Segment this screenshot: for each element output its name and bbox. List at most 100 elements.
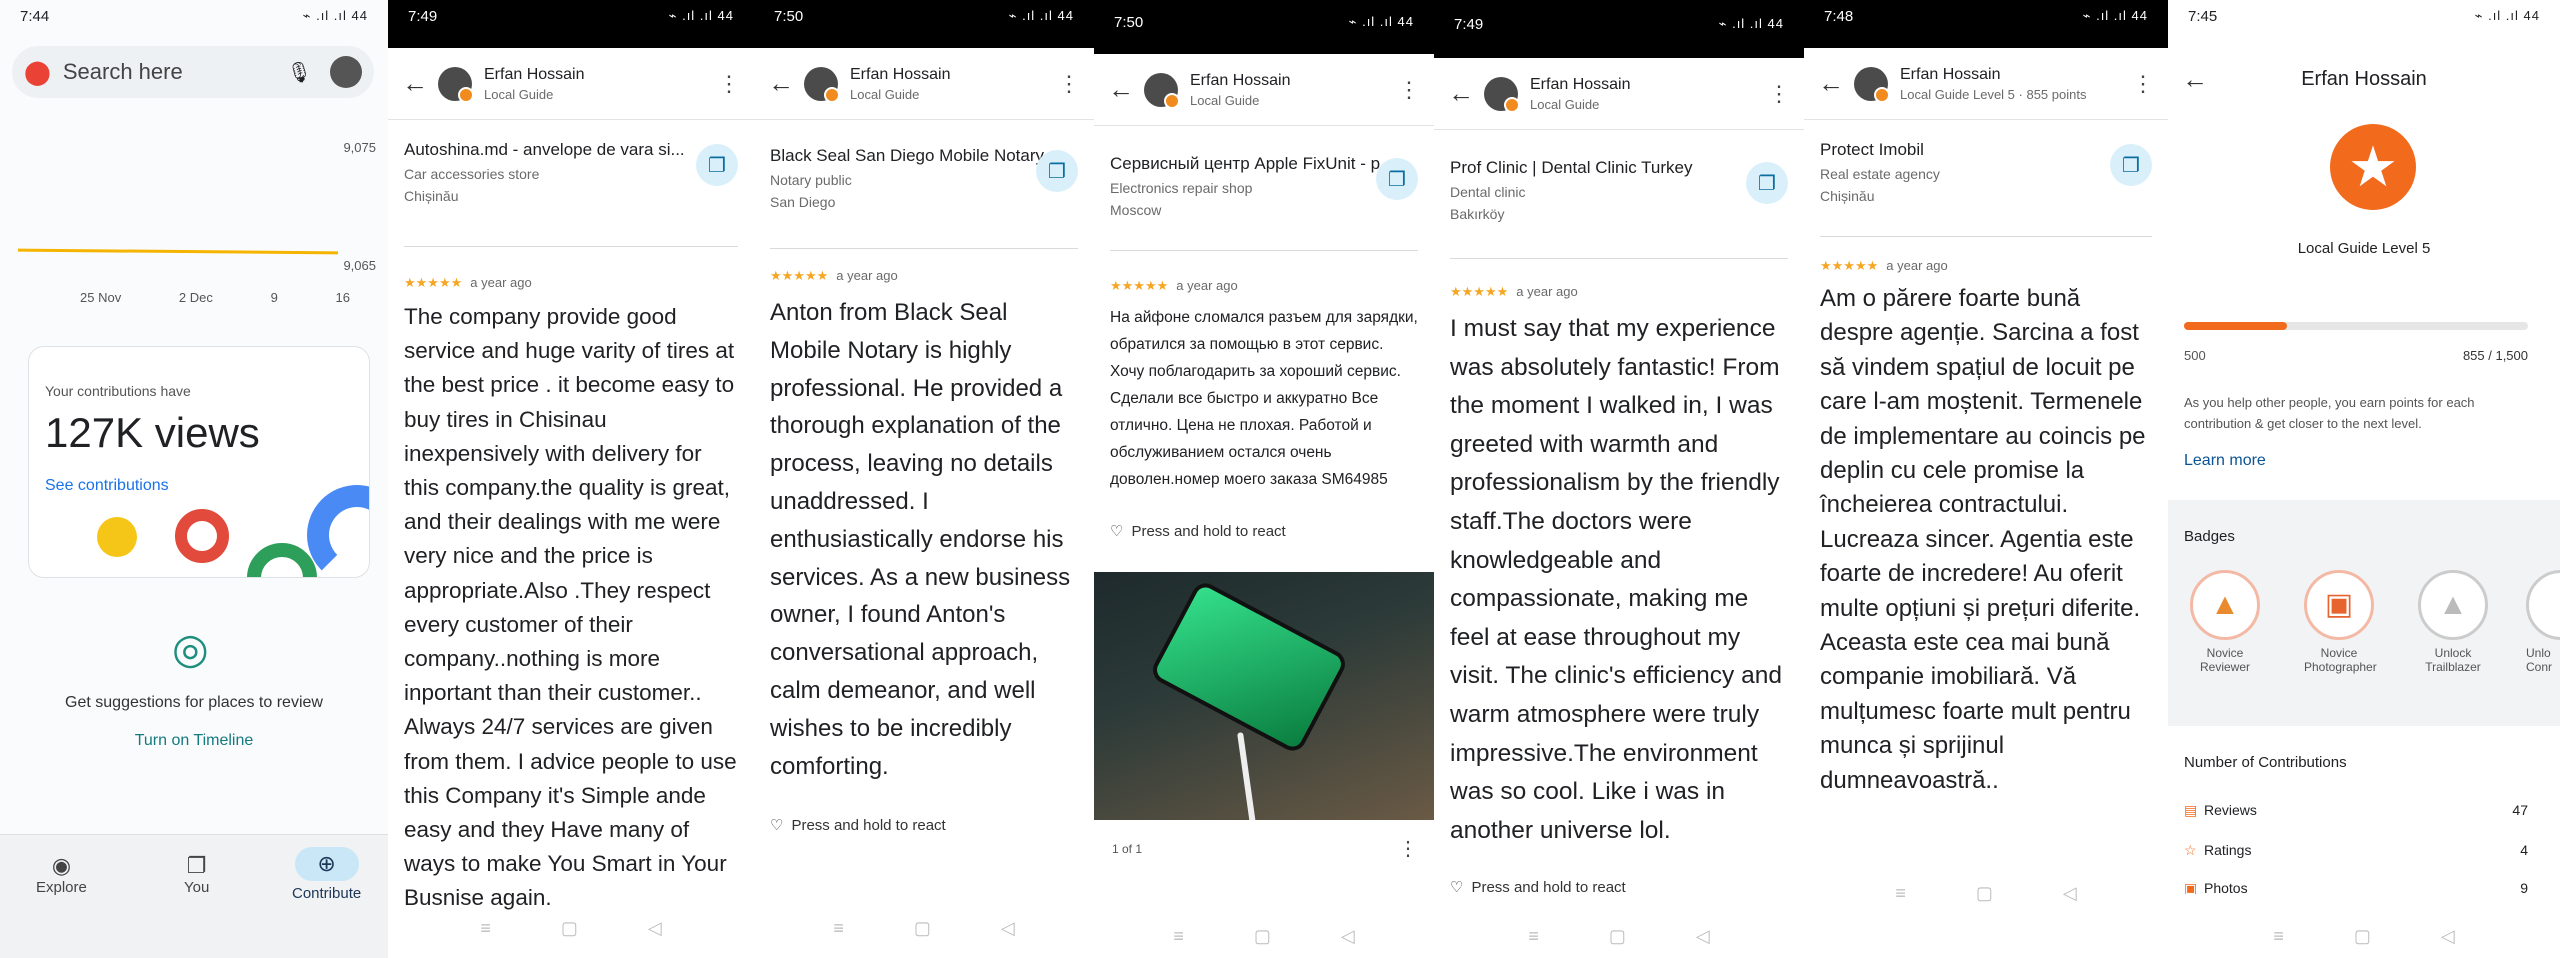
star-rating: ★★★★★ a year ago <box>1110 278 1238 293</box>
more-icon[interactable]: ⋮ <box>1398 77 1420 103</box>
place-info[interactable]: Protect Imobil Real estate agency Chișinău… <box>1820 140 2152 204</box>
nav-explore[interactable]: ◉ Explore <box>36 853 87 896</box>
home-icon[interactable]: ▢ <box>1976 883 1993 904</box>
badges-section: Badges ▲ Novice Reviewer ▣ Novice Photogra… <box>2168 500 2560 726</box>
menu-icon[interactable]: ≡ <box>480 918 491 939</box>
see-contributions-link[interactable]: See contributions <box>45 477 169 495</box>
back-icon[interactable]: ◁ <box>1696 926 1710 947</box>
reviewer-name: Erfan Hossain <box>1530 75 1631 93</box>
place-info[interactable]: Black Seal San Diego Mobile Notary... Not… <box>770 146 1078 210</box>
status-time: 7:48 <box>1824 8 1854 25</box>
more-icon[interactable]: ⋮ <box>1768 81 1790 107</box>
learn-more-link[interactable]: Learn more <box>2184 452 2266 470</box>
badge-unlock-trailblazer[interactable]: ▲ Unlock Trailblazer <box>2418 570 2488 674</box>
review-panel-profclinic: 7:49 ⌁ .ıl .ıl 44 ← Erfan Hossain Local Gui… <box>1434 0 1804 958</box>
bookmark-icon[interactable]: ❐ <box>1746 162 1788 204</box>
level-progress <box>2184 322 2528 330</box>
search-input[interactable]: Search here <box>63 59 287 85</box>
menu-icon[interactable]: ≡ <box>1173 926 1184 947</box>
nav-contribute[interactable]: ⊕ Contribute <box>292 847 361 902</box>
status-bar: 7:49 ⌁ .ıl .ıl 44 <box>388 0 754 48</box>
back-icon[interactable]: ◁ <box>2441 926 2455 947</box>
back-arrow-icon[interactable]: ← <box>1818 68 1854 99</box>
status-time: 7:50 <box>774 8 804 25</box>
more-icon[interactable]: ⋮ <box>1058 71 1080 97</box>
level-label: Local Guide Level 5 <box>2297 240 2431 257</box>
bottom-nav: ◉ Explore ❐ You ⊕ Contribute <box>0 834 388 958</box>
place-city: Chișinău <box>1820 188 1875 204</box>
divider <box>1450 258 1788 259</box>
contrib-row-ratings[interactable]: ☆ Ratings 4 <box>2184 842 2528 859</box>
place-category: Notary public <box>770 172 852 188</box>
place-title: Protect Imobil <box>1820 140 1924 159</box>
nav-you[interactable]: ❐ You <box>184 853 209 896</box>
contrib-label: Ratings <box>2204 842 2252 858</box>
bookmark-icon[interactable]: ❐ <box>696 144 738 186</box>
badge-novice-reviewer[interactable]: ▲ Novice Reviewer <box>2190 570 2260 674</box>
contrib-label: Your contributions have <box>45 383 191 399</box>
help-text: As you help other people, you earn point… <box>2184 395 2475 431</box>
react-button[interactable]: ♡ Press and hold to react <box>770 816 946 835</box>
review-header: ← Erfan Hossain Local Guide Level 5 · 855 … <box>1804 48 2168 120</box>
place-info[interactable]: Autoshina.md - anvelope de vara si... Car… <box>404 140 738 204</box>
react-label: Press and hold to react <box>1471 878 1626 896</box>
menu-icon[interactable]: ≡ <box>1895 883 1906 904</box>
back-arrow-icon[interactable]: ← <box>768 68 804 99</box>
contrib-row-reviews[interactable]: ▤ Reviews 47 <box>2184 802 2528 819</box>
react-button[interactable]: ♡ Press and hold to react <box>1450 878 1626 897</box>
place-title: Autoshina.md - anvelope de vara si... <box>404 140 685 159</box>
turn-on-timeline-link[interactable]: Turn on Timeline <box>0 732 388 750</box>
bookmark-icon[interactable]: ❐ <box>1036 150 1078 192</box>
menu-icon[interactable]: ≡ <box>833 918 844 939</box>
back-icon[interactable]: ◁ <box>648 918 662 939</box>
home-icon[interactable]: ▢ <box>561 918 578 939</box>
status-bar: 7:50 ⌁ .ıl .ıl 44 <box>754 0 1094 48</box>
more-icon[interactable]: ⋮ <box>2132 71 2154 97</box>
photo-counter: 1 of 1 <box>1112 842 1143 856</box>
home-icon[interactable]: ▢ <box>914 918 931 939</box>
views-line <box>17 248 339 255</box>
back-arrow-icon[interactable]: ← <box>1108 74 1144 105</box>
review-date: a year ago <box>1886 258 1948 273</box>
place-category: Electronics repair shop <box>1110 180 1253 196</box>
place-info[interactable]: Prof Clinic | Dental Clinic Turkey Dental… <box>1450 158 1788 222</box>
react-button[interactable]: ♡ Press and hold to react <box>1110 522 1286 541</box>
back-icon[interactable]: ◁ <box>1001 918 1015 939</box>
yellow-circle <box>97 517 137 557</box>
badge-unlock-partial[interactable]: Unlo Conr <box>2526 570 2560 674</box>
reviewer-level: Local Guide <box>484 86 554 102</box>
status-time: 7:49 <box>1454 16 1484 33</box>
photo-icon: ▣ <box>2184 880 2198 894</box>
contrib-row-photos[interactable]: ▣ Photos 9 <box>2184 880 2528 894</box>
back-icon[interactable]: ◁ <box>2063 883 2077 904</box>
place-title: Black Seal San Diego Mobile Notary... <box>770 146 1057 165</box>
menu-icon[interactable]: ≡ <box>1528 926 1539 947</box>
photo-more-icon[interactable]: ⋮ <box>1398 836 1418 861</box>
back-icon[interactable]: ◁ <box>1341 926 1355 947</box>
home-icon[interactable]: ▢ <box>2354 926 2371 947</box>
home-icon[interactable]: ▢ <box>1254 926 1271 947</box>
avatar <box>438 66 474 103</box>
cable-graphic <box>1237 732 1257 820</box>
phone-graphic <box>1148 578 1350 756</box>
back-arrow-icon[interactable]: ← <box>402 68 438 99</box>
review-panel-blackseal: 7:50 ⌁ .ıl .ıl 44 ← Erfan Hossain Local Gui… <box>754 0 1094 958</box>
review-text: На айфоне сломался разъем для зарядки, о… <box>1110 309 1418 488</box>
more-icon[interactable]: ⋮ <box>718 71 740 97</box>
avatar[interactable] <box>330 56 362 88</box>
place-info[interactable]: Сервисный центр Apple FixUnit - р... Elec… <box>1110 154 1418 218</box>
blue-arc <box>307 485 369 577</box>
home-icon[interactable]: ▢ <box>1609 926 1626 947</box>
bookmark-icon[interactable]: ❐ <box>1376 158 1418 200</box>
review-photo[interactable] <box>1094 572 1434 820</box>
explore-icon: ◉ <box>51 853 72 878</box>
search-bar[interactable]: ⬤ Search here 🎙 <box>12 46 374 98</box>
bookmark-icon[interactable]: ❐ <box>2110 144 2152 186</box>
back-arrow-icon[interactable]: ← <box>1448 78 1484 109</box>
menu-icon[interactable]: ≡ <box>2273 926 2284 947</box>
badge-novice-photographer[interactable]: ▣ Novice Photographer <box>2304 570 2377 674</box>
status-bar: 7:49 ⌁ .ıl .ıl 44 <box>1434 0 1804 58</box>
views-card[interactable]: Your contributions have 127K views See c… <box>28 346 370 578</box>
views-count: 127K views <box>45 409 260 456</box>
mic-icon[interactable]: 🎙 <box>287 60 312 85</box>
